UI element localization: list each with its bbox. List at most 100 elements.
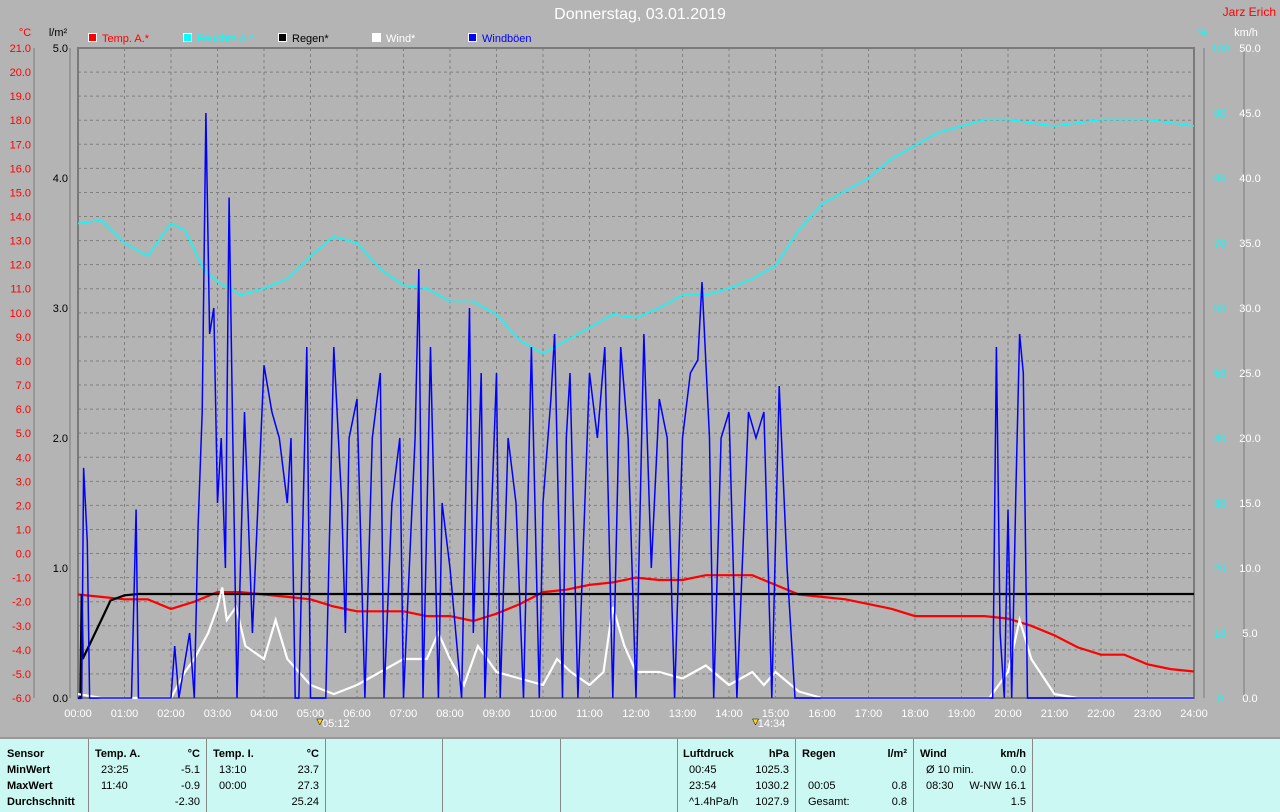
col-sensor: Sensor MinWert MaxWert Durchschnitt [0,739,89,812]
temp-tick-label: -6.0 [12,693,31,705]
temp-tick-label: 14.0 [10,212,31,224]
temp-tick-label: -3.0 [12,621,31,633]
col-pressure: Luftdruck hPa 00:45 1025.3 23:54 1030.2 ^1.4hP… [677,739,796,812]
temp-tick-label: -2.0 [12,597,31,609]
cell-value: 25.24 [291,796,319,808]
x-tick-label: 04:00 [250,708,278,720]
cell-time: 13:10 [219,764,247,776]
x-tick-label: 10:00 [529,708,557,720]
x-tick-label: 21:00 [1041,708,1069,720]
marker-label: 05:12 [322,718,350,730]
temp-tick-label: 8.0 [16,356,31,368]
temp-tick-label: 17.0 [10,139,31,151]
wind-tick-label: 35.0 [1239,238,1260,250]
x-tick-label: 09:00 [483,708,511,720]
col-wind: Wind km/h Ø 10 min. 0.0 08:30 W-NW 16.1 1.5 [914,739,1033,812]
temp-tick-label: 1.0 [16,524,31,536]
x-tick-label: 13:00 [669,708,697,720]
x-tick-label: 17:00 [855,708,883,720]
wind-tick-label: 45.0 [1239,108,1260,120]
cell-time: Gesamt: [808,796,850,808]
temp-tick-label: 5.0 [16,428,31,440]
cell-time: 23:25 [101,764,129,776]
temp-tick-label: 6.0 [16,404,31,416]
wind-tick-label: 10.0 [1239,563,1260,575]
row-label: Durchschnitt [7,796,75,808]
humidity-tick-label: 40 [1214,433,1226,445]
wind-tick-label: 25.0 [1239,368,1260,380]
legend-label: Feuchte A.* [197,33,255,45]
legend-swatch [372,33,381,42]
humidity-tick-label: 30 [1214,498,1226,510]
cell-value: 1.5 [1010,796,1026,808]
humidity-tick-label: 20 [1214,563,1226,575]
temp-tick-label: 4.0 [16,452,31,464]
cell-time: 00:45 [689,764,717,776]
cell-value: W-NW 16.1 [969,780,1026,792]
legend-label: Wind* [386,33,416,45]
rain-tick-label: 1.0 [53,563,68,575]
wind-tick-label: 5.0 [1242,628,1257,640]
legend-label: Regen* [292,33,329,45]
temp-unit-label: °C [19,27,31,39]
x-tick-label: 19:00 [948,708,976,720]
rain-tick-label: 3.0 [53,303,68,315]
empty-column [442,739,561,812]
temp-tick-label: 0.0 [16,549,31,561]
temp-tick-label: -4.0 [12,645,31,657]
cell-value: -2.30 [174,796,200,808]
cell-time: 08:30 [926,780,954,792]
column-title: Luftdruck [683,748,734,760]
temp-tick-label: 3.0 [16,476,31,488]
temp-tick-label: 16.0 [10,163,31,175]
cell-value: 27.3 [297,780,319,792]
cell-value: 23.7 [297,764,319,776]
empty-column [325,739,443,812]
legend-swatch [278,33,287,42]
x-tick-label: 08:00 [436,708,464,720]
x-tick-label: 20:00 [994,708,1022,720]
temp-tick-label: 9.0 [16,332,31,344]
temp-tick-label: 10.0 [10,308,31,320]
temp-tick-label: -5.0 [12,669,31,681]
wind-tick-label: 40.0 [1239,173,1260,185]
rain-tick-label: 4.0 [53,173,68,185]
temp-tick-label: 15.0 [10,187,31,199]
temp-tick-label: 12.0 [10,260,31,272]
rain-unit-label: l/m² [49,27,68,39]
column-title: Temp. I. [213,748,254,760]
cell-value: -5.1 [181,764,200,776]
temp-tick-label: 2.0 [16,500,31,512]
temp-tick-label: 20.0 [10,67,31,79]
rain-tick-label: 2.0 [53,433,68,445]
humidity-tick-label: 60 [1214,303,1226,315]
x-tick-label: 24:00 [1180,708,1208,720]
humidity-unit-label: % [1198,27,1208,39]
column-unit: km/h [1000,748,1026,760]
legend-label: Temp. A.* [102,33,150,45]
marker-label: 14:34 [758,718,786,730]
x-tick-label: 12:00 [622,708,650,720]
cell-time: Ø 10 min. [926,764,974,776]
humidity-tick-label: 10 [1214,628,1226,640]
cell-time: 00:05 [808,780,836,792]
col-rain: Regen l/m² 00:05 0.8 Gesamt: 0.8 [796,739,914,812]
humidity-tick-label: 70 [1214,238,1226,250]
cell-time: 00:00 [219,780,247,792]
humidity-tick-label: 90 [1214,108,1226,120]
temp-tick-label: 18.0 [10,115,31,127]
wind-tick-label: 0.0 [1242,693,1257,705]
cell-value: 0.8 [891,796,907,808]
cell-time: ^1.4hPa/h [689,796,739,808]
legend-swatch [183,33,192,42]
row-label: MinWert [7,764,51,776]
cell-time: 23:54 [689,780,717,792]
x-tick-label: 14:00 [715,708,743,720]
x-tick-label: 22:00 [1087,708,1115,720]
column-title: Regen [802,748,836,760]
temp-tick-label: 11.0 [10,284,31,296]
column-unit: l/m² [887,748,907,760]
column-title: Wind [920,748,947,760]
x-tick-label: 00:00 [64,708,92,720]
cell-value: -0.9 [181,780,200,792]
